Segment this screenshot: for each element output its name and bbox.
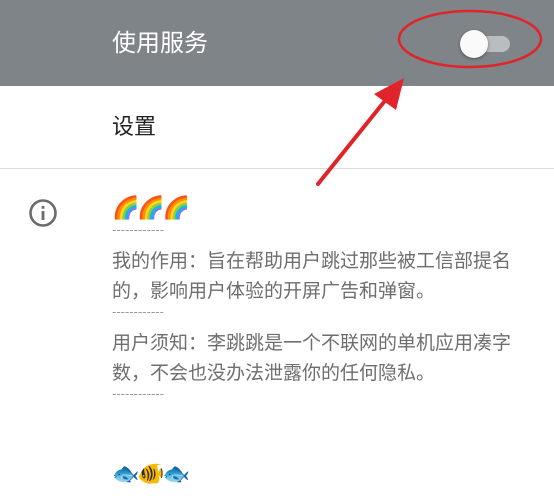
app-header: 使用服务 xyxy=(0,0,554,86)
purpose-text: 我的作用：旨在帮助用户跳过那些被工信部提名的，影响用户体验的开屏广告和弹窗。 xyxy=(112,250,512,302)
settings-row[interactable]: 设置 xyxy=(0,86,554,169)
fish-emojis: 🐟🐠🐟 xyxy=(112,462,190,487)
toggle-thumb xyxy=(460,30,488,58)
service-toggle-switch[interactable] xyxy=(460,28,514,58)
separator: ------------ xyxy=(112,223,164,237)
about-section: 🌈🌈🌈 ------------ 我的作用：旨在帮助用户跳过那些被工信部提名的，… xyxy=(112,194,542,490)
rainbow-emojis: 🌈🌈🌈 xyxy=(112,196,190,221)
service-title: 使用服务 xyxy=(112,29,208,57)
separator: ------------ xyxy=(112,387,164,401)
settings-label: 设置 xyxy=(112,115,157,140)
notice-text: 用户须知：李跳跳是一个不联网的单机应用凑字数，不会也没办法泄露你的任何隐私。 xyxy=(112,332,512,384)
info-icon xyxy=(29,199,57,227)
separator: ------------ xyxy=(112,305,164,319)
divider xyxy=(0,168,554,169)
